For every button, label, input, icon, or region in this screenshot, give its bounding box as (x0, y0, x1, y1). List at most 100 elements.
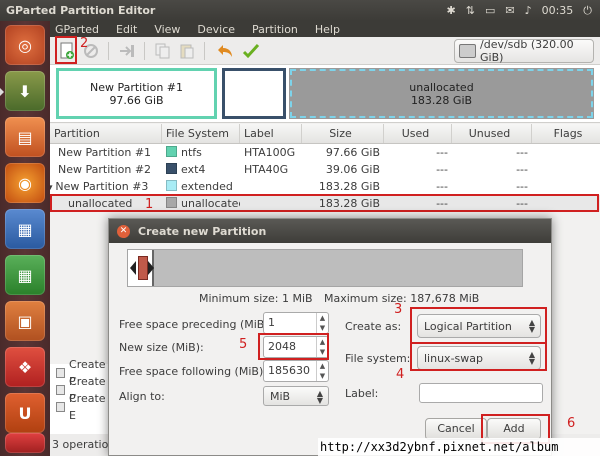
annotation-box-3 (410, 307, 547, 344)
col-used[interactable]: Used (384, 124, 452, 143)
decrement-icon[interactable]: ▼ (317, 323, 328, 333)
disk-map: New Partition #1 97.66 GiB unallocated 1… (50, 65, 600, 123)
installer-icon[interactable]: ⬇ (0, 71, 45, 111)
table-row[interactable]: ▾ New Partition #3 extended 183.28 GiB --- -… (50, 178, 600, 195)
close-icon[interactable]: ✕ (117, 224, 130, 238)
col-unused[interactable]: Unused (452, 124, 532, 143)
size-cell: 183.28 GiB (318, 180, 380, 193)
undo-button[interactable] (214, 40, 236, 62)
annotation-box-1 (50, 194, 599, 212)
new-size-label: New size (MiB): (119, 341, 204, 354)
table-row[interactable]: New Partition #2 ext4 HTA40G 39.06 GiB --- --… (50, 161, 600, 178)
network-icon[interactable]: ⇅ (466, 4, 475, 17)
free-following-spinner[interactable]: 185630 ▲ ▼ (263, 360, 329, 382)
partition-table: Partition File System Label Size Used Un… (50, 124, 600, 212)
col-size[interactable]: Size (302, 124, 384, 143)
label-field-label: Label: (345, 387, 379, 400)
left-arrow-icon[interactable] (130, 261, 136, 275)
free-following-value[interactable]: 185630 (264, 361, 316, 381)
copy-button[interactable] (152, 40, 174, 62)
unused-cell: --- (516, 146, 528, 159)
annotation-box-5 (258, 333, 329, 360)
power-icon[interactable]: ⏻ (583, 4, 592, 18)
resize-move-button[interactable] (116, 40, 138, 62)
operation-icon (56, 401, 65, 412)
watermark-url: http://xx3d2ybnf.pixnet.net/album (318, 438, 600, 456)
software-center-icon[interactable]: ❖ (5, 347, 45, 387)
resize-handle[interactable] (138, 256, 148, 280)
ubuntu-dash-icon[interactable]: ◎ (5, 25, 45, 65)
keyboard-icon[interactable]: ▭ (485, 4, 495, 17)
partition-segment-1[interactable]: New Partition #1 97.66 GiB (56, 68, 217, 119)
device-selector[interactable]: /dev/sdb (320.00 GiB) (454, 38, 594, 64)
col-partition[interactable]: Partition (50, 124, 162, 143)
used-cell: --- (436, 180, 448, 193)
align-select[interactable]: MiB ▲ ▼ (263, 386, 329, 406)
partition-size-graph[interactable] (127, 249, 523, 287)
size-cell: 97.66 GiB (325, 146, 380, 159)
calc-icon[interactable]: ▦ (5, 255, 45, 295)
size-cell: 39.06 GiB (325, 163, 380, 176)
unallocated-segment[interactable]: unallocated 183.28 GiB (289, 68, 594, 119)
menu-help[interactable]: Help (315, 23, 340, 36)
flags-cell (532, 161, 600, 178)
annotation-number-3: 3 (394, 302, 403, 317)
dialog-titlebar: ✕ Create new Partition (109, 219, 551, 243)
operation-icon (56, 384, 66, 395)
filesystem-color-swatch (166, 180, 177, 191)
paste-button[interactable] (176, 40, 198, 62)
cancel-button[interactable]: Cancel (425, 418, 487, 440)
gparted-icon[interactable] (5, 433, 45, 453)
table-row[interactable]: New Partition #1 ntfs HTA100G 97.66 GiB --- -… (50, 144, 600, 161)
col-label[interactable]: Label (240, 124, 302, 143)
window-title: GParted Partition Editor (6, 4, 156, 17)
volume-icon[interactable]: ♪ (525, 4, 532, 17)
menu-bar: GParted Edit View Device Partition Help (50, 21, 600, 37)
writer-icon[interactable]: ▦ (5, 209, 45, 249)
menu-gparted[interactable]: GParted (55, 23, 99, 36)
col-filesystem[interactable]: File System (162, 124, 240, 143)
col-flags[interactable]: Flags (532, 124, 600, 143)
bluetooth-icon[interactable]: ✱ (447, 4, 456, 17)
resize-move-icon (120, 45, 134, 57)
right-arrow-icon[interactable] (148, 261, 154, 275)
annotation-box-4 (410, 342, 547, 371)
filesystem-cell: extended (162, 178, 240, 195)
unused-cell: --- (516, 163, 528, 176)
checkmark-icon (242, 43, 260, 59)
decrement-icon[interactable]: ▼ (317, 371, 328, 381)
free-following-label: Free space following (MiB): (119, 365, 267, 378)
label-input[interactable] (419, 383, 543, 403)
paste-icon (180, 44, 194, 59)
operation-icon (56, 367, 66, 378)
firefox-icon[interactable]: ◉ (5, 163, 45, 203)
free-preceding-spinner[interactable]: 1 ▲ ▼ (263, 312, 329, 334)
menu-edit[interactable]: Edit (116, 23, 137, 36)
list-item[interactable]: Create E (50, 392, 110, 422)
unused-cell: --- (516, 180, 528, 193)
files-icon[interactable]: ▤ (5, 117, 45, 157)
filesystem-label: File system: (345, 352, 411, 365)
menu-device[interactable]: Device (197, 23, 235, 36)
segment-name: unallocated (409, 80, 474, 94)
increment-icon[interactable]: ▲ (317, 361, 328, 371)
annotation-number-4: 4 (396, 367, 405, 382)
device-label: /dev/sdb (320.00 GiB) (480, 38, 574, 64)
impress-icon[interactable]: ▣ (5, 301, 45, 341)
label-cell: HTA40G (244, 163, 289, 176)
partition-segment-2[interactable] (222, 68, 286, 119)
label-cell (240, 178, 302, 195)
apply-button[interactable] (240, 40, 262, 62)
annotation-number-1: 1 (145, 197, 154, 212)
menu-view[interactable]: View (154, 23, 180, 36)
ubuntu-one-icon[interactable]: U (5, 393, 45, 433)
filesystem-color-swatch (166, 163, 177, 174)
free-preceding-value[interactable]: 1 (264, 313, 316, 333)
filesystem-color-swatch (166, 146, 177, 157)
clock[interactable]: 00:35 (542, 4, 574, 17)
label-cell: HTA100G (244, 146, 296, 159)
menu-partition[interactable]: Partition (252, 23, 298, 36)
increment-icon[interactable]: ▲ (317, 313, 328, 323)
mail-icon[interactable]: ✉ (505, 4, 514, 17)
align-label: Align to: (119, 390, 165, 403)
